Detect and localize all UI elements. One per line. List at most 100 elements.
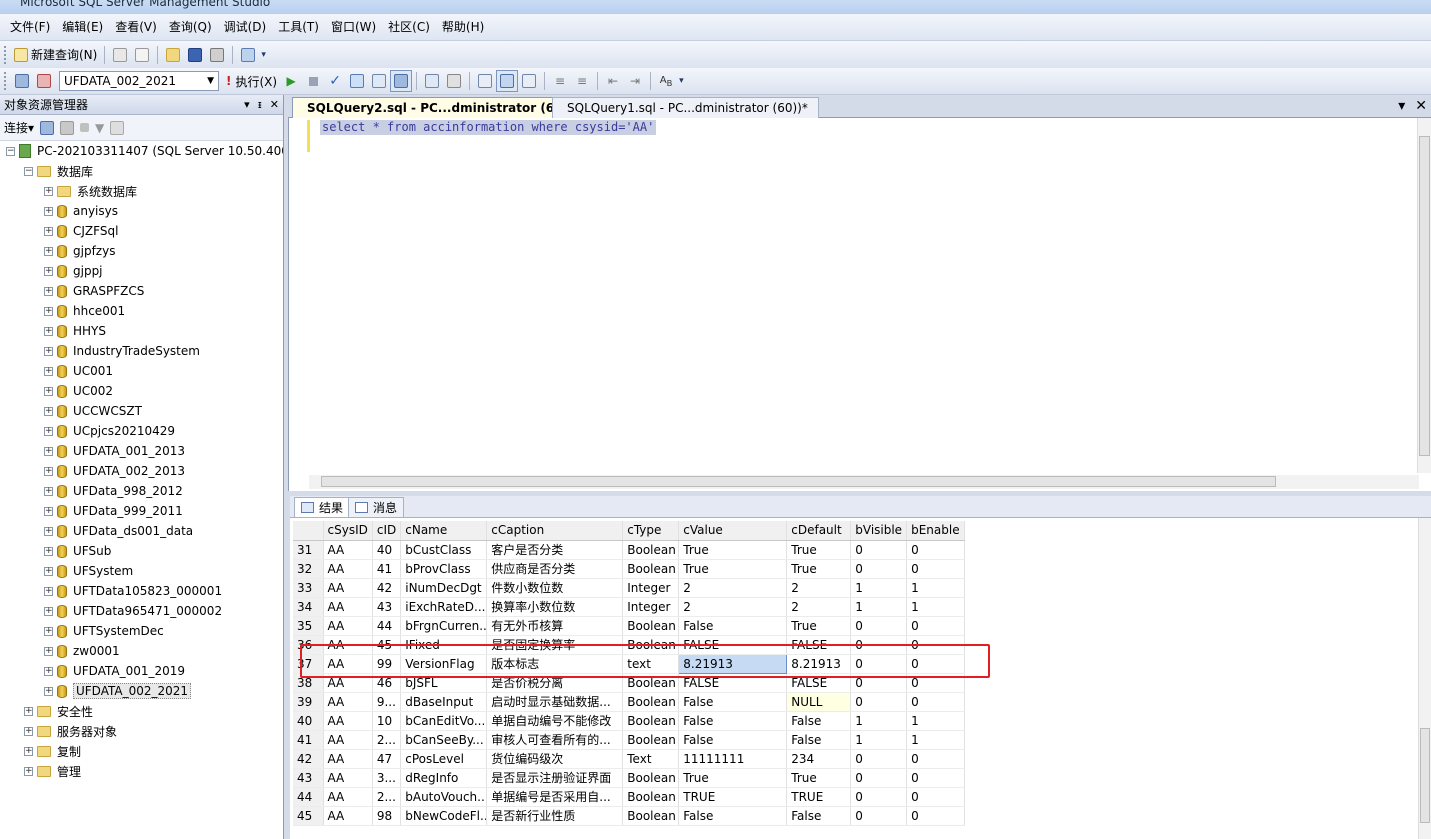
new-query-button[interactable]: 新建查询(N) <box>11 44 100 66</box>
table-row[interactable]: 31 AA 40 bCustClass 客户是否分类 Boolean True True 0 0 <box>293 540 965 560</box>
table-row[interactable]: 39 AA 9... dBaseInput 启动时显示基础数据... Boolean Fal… <box>293 692 965 712</box>
tree-database-node[interactable]: + hhce001 <box>44 301 125 321</box>
tree-database-node[interactable]: + UFTSystemDec <box>44 621 164 641</box>
grid-cell[interactable]: Integer <box>622 597 680 617</box>
grid-cell[interactable]: AA <box>323 616 373 636</box>
expand-icon[interactable]: + <box>44 666 53 676</box>
expand-icon[interactable]: + <box>44 386 53 396</box>
expand-icon[interactable]: + <box>44 486 53 496</box>
grid-cell[interactable]: 0 <box>850 768 908 788</box>
grid-cell[interactable]: 0 <box>850 654 908 674</box>
tree-database-node[interactable]: + anyisys <box>44 201 118 221</box>
grid-cell[interactable]: 0 <box>906 692 965 712</box>
grid-cell[interactable]: False <box>678 692 788 712</box>
results-to-text-button[interactable] <box>474 70 496 92</box>
grid-cell[interactable]: 40 <box>372 540 402 560</box>
debug-button[interactable]: ▶ <box>280 70 302 92</box>
grid-cell[interactable]: 11111111 <box>678 749 788 769</box>
tree-database-node[interactable]: + UFData_998_2012 <box>44 481 183 501</box>
grid-cell[interactable]: AA <box>323 559 373 579</box>
expand-icon[interactable]: + <box>44 606 53 616</box>
grid-cell[interactable]: bNewCodeFl... <box>400 806 488 826</box>
menu-window[interactable]: 窗口(W) <box>325 14 382 41</box>
grid-cell[interactable]: AA <box>323 749 373 769</box>
grid-cell[interactable]: 44 <box>372 616 402 636</box>
expand-icon[interactable]: + <box>44 546 53 556</box>
grid-cell[interactable]: 2 <box>678 597 788 617</box>
grid-cell[interactable]: 1 <box>906 597 965 617</box>
grid-cell[interactable]: AA <box>323 730 373 750</box>
grid-cell[interactable]: False <box>678 711 788 731</box>
grid-cell[interactable]: bFrgnCurren... <box>400 616 488 636</box>
row-number[interactable]: 34 <box>293 597 324 617</box>
grid-cell[interactable]: Boolean <box>622 692 680 712</box>
grid-cell[interactable]: 99 <box>372 654 402 674</box>
scrollbar-thumb[interactable] <box>321 476 1276 487</box>
tree-database-node[interactable]: + UFDATA_002_2013 <box>44 461 185 481</box>
expand-icon[interactable]: + <box>44 646 53 656</box>
grid-cell[interactable]: 1 <box>850 597 908 617</box>
tree-database-node[interactable]: + UFSub <box>44 541 111 561</box>
expand-icon[interactable]: + <box>44 406 53 416</box>
row-number[interactable]: 32 <box>293 559 324 579</box>
expand-icon[interactable]: + <box>24 746 33 756</box>
expand-icon[interactable]: + <box>44 286 53 296</box>
grid-cell[interactable]: Boolean <box>622 768 680 788</box>
tab-list-dropdown-icon[interactable]: ▾ <box>1398 98 1405 114</box>
scrollbar-thumb[interactable] <box>1420 728 1430 823</box>
close-icon[interactable]: ✕ <box>270 98 279 111</box>
collapse-icon[interactable]: − <box>6 146 15 156</box>
tree-folder-node[interactable]: + 安全性 <box>24 701 93 721</box>
grid-cell[interactable]: Text <box>622 749 680 769</box>
activity-monitor-button[interactable] <box>237 44 259 66</box>
table-row[interactable]: 44 AA 2... bAutoVouch... 单据编号是否采用自... Boolean… <box>293 787 965 807</box>
expand-icon[interactable]: + <box>44 306 53 316</box>
grid-cell[interactable]: 1 <box>850 578 908 598</box>
grid-cell[interactable]: TRUE <box>786 787 852 807</box>
grid-cell[interactable]: False <box>786 730 852 750</box>
menu-community[interactable]: 社区(C) <box>382 14 436 41</box>
grid-cell[interactable]: 启动时显示基础数据... <box>486 692 624 712</box>
row-number[interactable]: 44 <box>293 787 324 807</box>
grid-vertical-scrollbar[interactable] <box>1418 518 1431 839</box>
table-row[interactable]: 40 AA 10 bCanEditVo... 单据自动编号不能修改 Boolean Fals… <box>293 711 965 731</box>
grid-cell[interactable]: 0 <box>850 692 908 712</box>
column-header[interactable]: cType <box>622 521 680 541</box>
tree-databases-folder[interactable]: − 数据库 <box>24 161 93 181</box>
expand-icon[interactable]: + <box>44 566 53 576</box>
grid-cell[interactable]: 是否价税分离 <box>486 673 624 693</box>
row-number[interactable]: 38 <box>293 673 324 693</box>
grid-cell[interactable]: 45 <box>372 635 402 655</box>
expand-icon[interactable]: + <box>44 626 53 636</box>
grid-cell[interactable]: FALSE <box>786 673 852 693</box>
expand-icon[interactable]: + <box>44 366 53 376</box>
grid-cell[interactable]: 47 <box>372 749 402 769</box>
grid-cell[interactable]: AA <box>323 597 373 617</box>
grid-cell[interactable]: False <box>786 806 852 826</box>
grid-cell[interactable]: Boolean <box>622 559 680 579</box>
grid-cell[interactable]: 0 <box>850 673 908 693</box>
grid-cell[interactable]: bAutoVouch... <box>400 787 488 807</box>
grid-cell[interactable]: 0 <box>850 749 908 769</box>
expand-icon[interactable]: + <box>24 726 33 736</box>
grid-cell[interactable]: dBaseInput <box>400 692 488 712</box>
grid-cell[interactable]: AA <box>323 673 373 693</box>
grid-cell[interactable]: True <box>786 540 852 560</box>
grid-cell[interactable]: 单据编号是否采用自... <box>486 787 624 807</box>
expand-icon[interactable]: + <box>44 466 53 476</box>
results-to-file-button[interactable] <box>518 70 540 92</box>
table-row[interactable]: 35 AA 44 bFrgnCurren... 有无外币核算 Boolean False Tr… <box>293 616 965 636</box>
filter-icon[interactable]: ▼ <box>95 121 104 135</box>
display-plan-button[interactable] <box>346 70 368 92</box>
menu-tools[interactable]: 工具(T) <box>272 14 325 41</box>
tree-database-node[interactable]: + gjppj <box>44 261 103 281</box>
table-row[interactable]: 41 AA 2... bCanSeeBy... 审核人可查看所有的... Boolean F… <box>293 730 965 750</box>
tree-database-node[interactable]: + CJZFSql <box>44 221 118 241</box>
grid-cell[interactable]: AA <box>323 806 373 826</box>
grid-cell[interactable]: FALSE <box>678 635 788 655</box>
grid-cell[interactable]: iExchRateD... <box>400 597 488 617</box>
database-select[interactable]: UFDATA_002_2021 ▼ <box>59 71 219 91</box>
grid-cell[interactable]: Boolean <box>622 673 680 693</box>
expand-icon[interactable]: + <box>44 226 53 236</box>
collapse-icon[interactable]: − <box>24 166 33 176</box>
